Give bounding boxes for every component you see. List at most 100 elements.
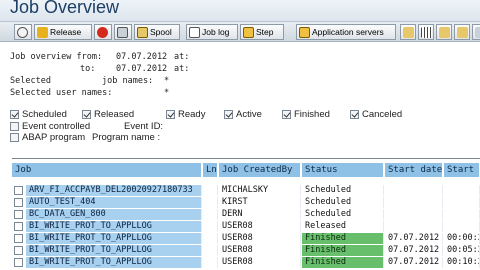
created-by: USER08	[219, 221, 301, 232]
spool-button[interactable]: Spool	[134, 24, 180, 40]
job-table: Job Ln Job CreatedBy Status Start date S…	[12, 158, 480, 270]
active-checkbox[interactable]	[224, 110, 233, 119]
abap-program-checkbox[interactable]	[10, 133, 19, 142]
event-controlled[interactable]: Event controlled	[10, 121, 90, 132]
status-released[interactable]: Released	[82, 109, 134, 120]
start-date: 07.07.2012	[385, 233, 443, 244]
start-time: 00:00:2	[444, 233, 480, 244]
status-active[interactable]: Active	[224, 109, 262, 120]
job-name: BI_WRITE_PROT_TO_APPLLOG	[26, 245, 202, 256]
active-label: Active	[236, 109, 262, 120]
refresh-button[interactable]	[14, 24, 32, 40]
delete-button[interactable]	[114, 24, 132, 40]
table-row[interactable]: ARV_FI_ACCPAYB_DEL20020927180733 MICHALS…	[12, 185, 480, 197]
finished-checkbox[interactable]	[282, 110, 291, 119]
table-row[interactable]: AUTO_TEST_404 KIRST Scheduled	[12, 197, 480, 209]
application-servers-label: Application servers	[312, 27, 384, 37]
grid-button[interactable]	[418, 24, 434, 40]
row-select[interactable]	[14, 234, 23, 243]
start-time	[444, 221, 480, 232]
abap-program-label: ABAP program	[22, 132, 86, 143]
row-select[interactable]	[14, 210, 23, 219]
layout-button[interactable]	[400, 24, 416, 40]
col-start-date[interactable]: Start date	[385, 163, 443, 177]
step-icon	[243, 26, 254, 38]
status: Scheduled	[302, 185, 384, 196]
col-start-time[interactable]: Start	[444, 163, 480, 177]
job-name: BI_WRITE_PROT_TO_APPLLOG	[26, 221, 202, 232]
status-ready[interactable]: Ready	[166, 109, 205, 120]
row-select[interactable]	[14, 198, 23, 207]
table-row[interactable]: BI_WRITE_PROT_TO_APPLLOG USER08 Finished…	[12, 245, 480, 257]
job-name: AUTO_TEST_404	[26, 197, 202, 208]
filter-button[interactable]	[454, 24, 470, 40]
table-row[interactable]: BI_WRITE_PROT_TO_APPLLOG USER08 Finished…	[12, 257, 480, 269]
created-by: USER08	[219, 257, 301, 268]
col-status[interactable]: Status	[302, 163, 384, 177]
created-by: MICHALSKY	[219, 185, 301, 196]
canceled-checkbox[interactable]	[350, 110, 359, 119]
ln	[203, 233, 218, 244]
col-created-by[interactable]: Job CreatedBy	[219, 163, 301, 177]
selected-label: Selected	[10, 76, 51, 86]
to-at-label: at:	[174, 64, 190, 74]
trash-icon	[117, 26, 128, 38]
sort-button[interactable]	[436, 24, 452, 40]
scheduled-checkbox[interactable]	[10, 110, 19, 119]
ready-checkbox[interactable]	[166, 110, 175, 119]
col-ln[interactable]: Ln	[203, 163, 218, 177]
program-name-label: Program name :	[92, 132, 161, 143]
scheduled-label: Scheduled	[22, 109, 67, 120]
status: Finished	[302, 233, 384, 244]
application-toolbar: Release Spool Job log Step Application s…	[0, 22, 480, 42]
page-title: Job Overview	[10, 0, 120, 17]
created-by: USER08	[219, 233, 301, 244]
more-button[interactable]	[472, 24, 480, 40]
start-date	[385, 221, 443, 232]
finished-label: Finished	[294, 109, 330, 120]
event-controlled-label: Event controlled	[22, 121, 91, 132]
released-checkbox[interactable]	[82, 110, 91, 119]
row-select[interactable]	[14, 258, 23, 267]
stop-button[interactable]	[94, 24, 112, 40]
job-name: BI_WRITE_PROT_TO_APPLLOG	[26, 257, 202, 268]
job-log-button[interactable]: Job log	[186, 24, 238, 40]
user-names-label: Selected user names:	[10, 88, 113, 98]
status-scheduled[interactable]: Scheduled	[10, 109, 67, 120]
to-date: 07.07.2012	[116, 64, 168, 74]
row-select[interactable]	[14, 246, 23, 255]
status-canceled[interactable]: Canceled	[350, 109, 402, 120]
start-date	[385, 197, 443, 208]
status: Finished	[302, 245, 384, 256]
application-servers-button[interactable]: Application servers	[296, 24, 396, 40]
release-icon	[37, 26, 48, 38]
row-select[interactable]	[14, 222, 23, 231]
table-row[interactable]: BI_WRITE_PROT_TO_APPLLOG USER08 Finished…	[12, 233, 480, 245]
ln	[203, 197, 218, 208]
release-button[interactable]: Release	[34, 24, 92, 40]
status: Scheduled	[302, 197, 384, 208]
job-name: BI_WRITE_PROT_TO_APPLLOG	[26, 233, 202, 244]
table-header: Job Ln Job CreatedBy Status Start date S…	[12, 159, 480, 179]
ln	[203, 221, 218, 232]
col-job[interactable]: Job	[12, 163, 202, 177]
job-name: BC_DATA_GEN_800	[26, 209, 202, 220]
start-date	[385, 209, 443, 220]
step-button[interactable]: Step	[240, 24, 284, 40]
released-label: Released	[94, 109, 135, 120]
abap-program[interactable]: ABAP program	[10, 132, 85, 143]
event-id-label: Event ID:	[124, 121, 164, 132]
status-finished[interactable]: Finished	[282, 109, 330, 120]
row-select[interactable]	[14, 186, 23, 195]
spool-label: Spool	[150, 27, 172, 37]
table-row[interactable]: BC_DATA_GEN_800 DERN Scheduled	[12, 209, 480, 221]
sort-icon	[439, 26, 450, 38]
start-date	[385, 185, 443, 196]
stop-icon	[97, 26, 108, 38]
status: Finished	[302, 257, 384, 268]
table-row[interactable]: BI_WRITE_PROT_TO_APPLLOG USER08 Released	[12, 221, 480, 233]
created-by: USER08	[219, 245, 301, 256]
overview-from-label: Job overview from:	[10, 52, 103, 62]
event-controlled-checkbox[interactable]	[10, 122, 19, 131]
grid-icon	[421, 26, 432, 38]
